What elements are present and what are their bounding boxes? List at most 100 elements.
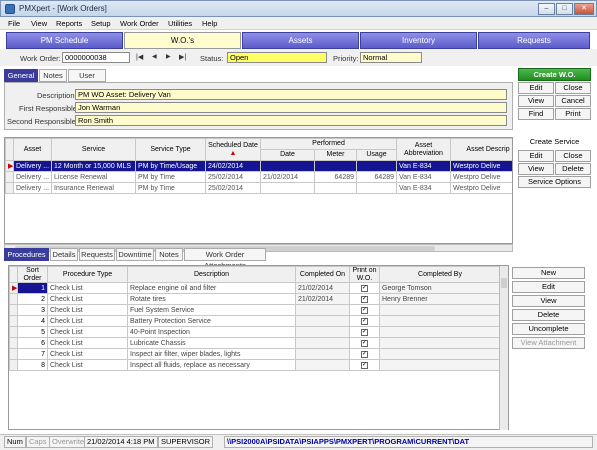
- col-service[interactable]: Service: [51, 138, 136, 161]
- uncomplete-button[interactable]: Uncomplete: [512, 323, 585, 335]
- sort-order-cell[interactable]: 4: [17, 315, 48, 327]
- scheduled-date-cell[interactable]: 25/02/2014: [205, 182, 261, 194]
- print-on-wo-cell[interactable]: ✓: [349, 315, 380, 327]
- completed-on-cell[interactable]: 21/02/2014: [295, 282, 350, 294]
- service-type-cell[interactable]: PM by Time/Usage: [135, 160, 206, 172]
- menu-utilities[interactable]: Utilities: [168, 19, 192, 28]
- service-options-button[interactable]: Service Options: [518, 176, 591, 188]
- row-indicator-cell[interactable]: ▶: [9, 282, 18, 294]
- scheduled-date-cell[interactable]: 24/02/2014: [205, 160, 261, 172]
- completed-on-cell[interactable]: 21/02/2014: [295, 293, 350, 305]
- last-record-button[interactable]: ▶|: [179, 53, 186, 61]
- print-checkbox[interactable]: ✓: [361, 318, 368, 325]
- completed-by-cell[interactable]: [379, 315, 501, 327]
- completed-by-cell[interactable]: George Tomson: [379, 282, 501, 294]
- print-on-wo-cell[interactable]: ✓: [349, 359, 380, 371]
- procedure-type-cell[interactable]: Check List: [47, 326, 128, 338]
- completed-on-cell[interactable]: [295, 315, 350, 327]
- edit-procedure-button[interactable]: Edit: [512, 281, 585, 293]
- asset-description-cell[interactable]: Westpro Delive: [450, 171, 512, 183]
- menu-help[interactable]: Help: [202, 19, 217, 28]
- meter-cell[interactable]: [314, 182, 357, 194]
- print-checkbox[interactable]: ✓: [361, 329, 368, 336]
- print-on-wo-cell[interactable]: ✓: [349, 326, 380, 338]
- print-on-wo-cell[interactable]: ✓: [349, 304, 380, 316]
- row-indicator-cell[interactable]: ▶: [5, 160, 14, 172]
- tab-user-fields[interactable]: User Fields: [68, 69, 106, 91]
- col-usage[interactable]: Usage: [356, 149, 397, 161]
- new-procedure-button[interactable]: New: [512, 267, 585, 279]
- row-indicator-cell[interactable]: [5, 171, 14, 183]
- completed-by-cell[interactable]: [379, 304, 501, 316]
- row-indicator-cell[interactable]: [9, 293, 18, 305]
- description-cell[interactable]: Fuel System Service: [127, 304, 296, 316]
- tab-downtime[interactable]: Downtime: [116, 248, 154, 261]
- asset-description-cell[interactable]: Westpro Delive: [450, 160, 512, 172]
- procedure-type-cell[interactable]: Check List: [47, 348, 128, 360]
- tab-general[interactable]: General: [4, 69, 38, 82]
- sort-order-cell[interactable]: 6: [17, 337, 48, 349]
- delete-service-button[interactable]: Delete: [555, 163, 591, 175]
- tab-notes-sub[interactable]: Notes: [155, 248, 183, 261]
- view-procedure-button[interactable]: View: [512, 295, 585, 307]
- maximize-button[interactable]: □: [556, 3, 573, 15]
- procedure-type-cell[interactable]: Check List: [47, 337, 128, 349]
- col-asset-description[interactable]: Asset Descrip: [450, 138, 512, 161]
- completed-by-cell[interactable]: [379, 337, 501, 349]
- prev-record-button[interactable]: ◀: [152, 53, 157, 60]
- create-wo-button[interactable]: Create W.O.: [518, 68, 591, 81]
- procedure-row[interactable]: 4 Check List Battery Protection Service ✓: [9, 315, 501, 327]
- description-cell[interactable]: 40-Point Inspection: [127, 326, 296, 338]
- tab-requests-sub[interactable]: Requests: [79, 248, 115, 261]
- col-print-on-wo[interactable]: Print on W.O.: [349, 266, 380, 283]
- completed-on-cell[interactable]: [295, 326, 350, 338]
- find-wo-button[interactable]: Find: [518, 108, 554, 120]
- close-window-button[interactable]: ✕: [574, 3, 594, 15]
- col-date[interactable]: Date: [260, 149, 315, 161]
- col-procedure-type[interactable]: Procedure Type: [47, 266, 128, 283]
- procedure-row[interactable]: 8 Check List Inspect all fluids, replace a…: [9, 359, 501, 371]
- asset-description-cell[interactable]: Westpro Delive: [450, 182, 512, 194]
- procedure-row[interactable]: 2 Check List Rotate tires 21/02/2014 ✓ Henry …: [9, 293, 501, 305]
- completed-on-cell[interactable]: [295, 348, 350, 360]
- asset-abbreviation-cell[interactable]: Van E-834: [396, 171, 451, 183]
- second-responsible-field[interactable]: Ron Smith: [75, 115, 507, 126]
- procedure-type-cell[interactable]: Check List: [47, 293, 128, 305]
- col-meter[interactable]: Meter: [314, 149, 357, 161]
- description-cell[interactable]: Rotate tires: [127, 293, 296, 305]
- row-indicator-cell[interactable]: [9, 326, 18, 338]
- print-checkbox[interactable]: ✓: [361, 362, 368, 369]
- first-record-button[interactable]: |◀: [136, 53, 143, 61]
- procedure-row[interactable]: 7 Check List Inspect air filter, wiper bla…: [9, 348, 501, 360]
- menu-file[interactable]: File: [8, 19, 20, 28]
- usage-cell[interactable]: [356, 160, 397, 172]
- work-order-field[interactable]: 0000000038: [62, 52, 130, 63]
- next-record-button[interactable]: ▶: [166, 53, 171, 60]
- tab-notes[interactable]: Notes: [39, 69, 67, 82]
- procedure-type-cell[interactable]: Check List: [47, 359, 128, 371]
- performed-date-cell[interactable]: [260, 160, 315, 172]
- view-service-button[interactable]: View: [518, 163, 554, 175]
- print-on-wo-cell[interactable]: ✓: [349, 282, 380, 294]
- asset-abbreviation-cell[interactable]: Van E-834: [396, 160, 451, 172]
- tab-inventory[interactable]: Inventory: [360, 32, 477, 49]
- scheduled-date-cell[interactable]: 25/02/2014: [205, 171, 261, 183]
- tab-work-orders[interactable]: W.O.'s: [124, 32, 241, 49]
- print-checkbox[interactable]: ✓: [361, 296, 368, 303]
- col-sort-order[interactable]: Sort Order: [17, 266, 48, 283]
- minimize-button[interactable]: –: [538, 3, 555, 15]
- description-cell[interactable]: Battery Protection Service: [127, 315, 296, 327]
- create-service-button[interactable]: Create Service: [518, 137, 591, 149]
- asset-cell[interactable]: Delivery ...: [13, 171, 52, 183]
- asset-cell[interactable]: Delivery ...: [13, 160, 52, 172]
- print-on-wo-cell[interactable]: ✓: [349, 337, 380, 349]
- priority-field[interactable]: Normal: [360, 52, 422, 63]
- service-row[interactable]: Delivery ... Insurance Renewal PM by Time 2…: [5, 182, 512, 194]
- edit-wo-button[interactable]: Edit: [518, 82, 554, 94]
- procedure-type-cell[interactable]: Check List: [47, 304, 128, 316]
- meter-cell[interactable]: [314, 160, 357, 172]
- sort-order-cell[interactable]: 3: [17, 304, 48, 316]
- asset-abbreviation-cell[interactable]: Van E-834: [396, 182, 451, 194]
- procedure-type-cell[interactable]: Check List: [47, 282, 128, 294]
- col-asset[interactable]: Asset: [13, 138, 52, 161]
